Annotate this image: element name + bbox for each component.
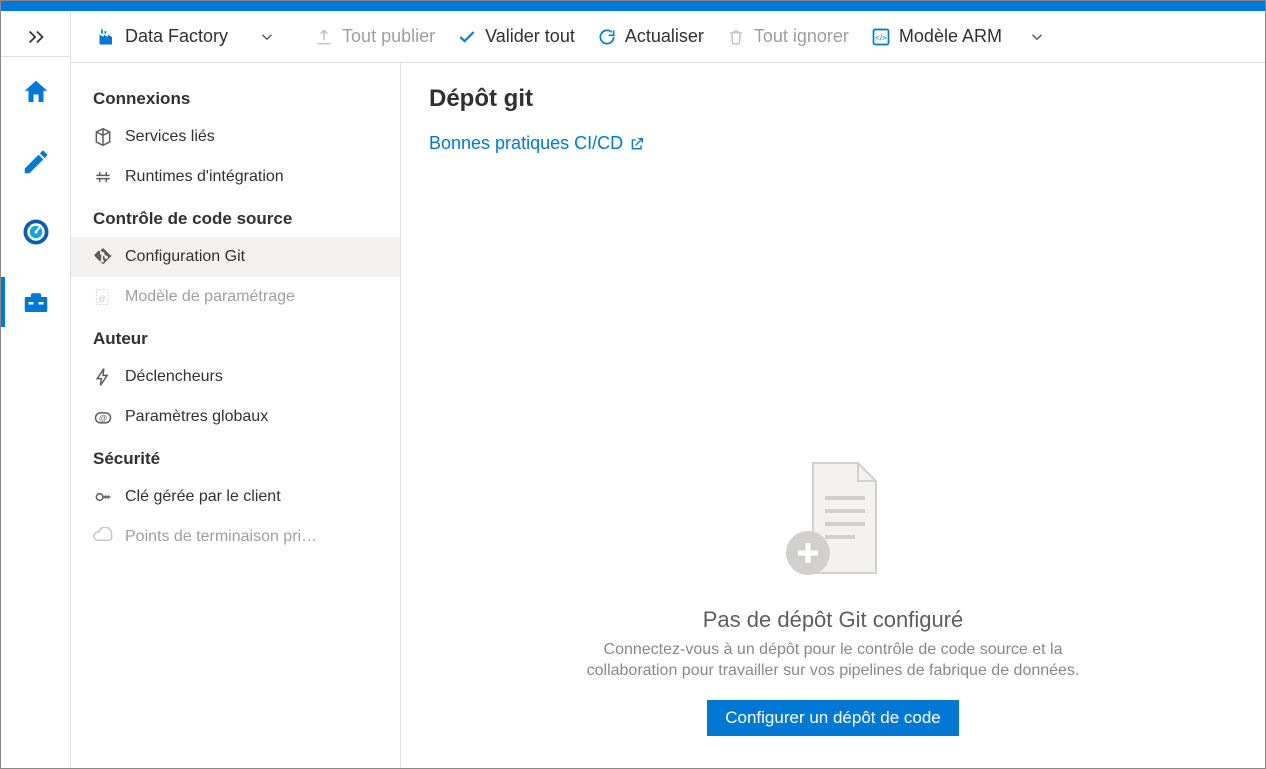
trash-icon xyxy=(726,27,746,47)
brand-dropdown[interactable]: Data Factory xyxy=(89,20,284,53)
manage-sidebar: Connexions Services liés Runtimes d'inté… xyxy=(71,63,401,768)
chevron-down-icon xyxy=(1028,28,1046,46)
refresh-button[interactable]: Actualiser xyxy=(589,20,712,53)
box-icon xyxy=(93,127,113,147)
configure-repo-button[interactable]: Configurer un dépôt de code xyxy=(707,700,959,736)
endpoint-icon xyxy=(93,527,113,547)
top-accent-bar xyxy=(1,1,1265,11)
discard-all-button[interactable]: Tout ignorer xyxy=(718,20,857,53)
link-label: Bonnes pratiques CI/CD xyxy=(429,133,623,154)
upload-icon xyxy=(314,27,334,47)
rail-expand-button[interactable] xyxy=(1,17,71,57)
integration-icon xyxy=(93,167,113,187)
globals-icon: @ xyxy=(93,407,113,427)
brand-label: Data Factory xyxy=(125,26,228,47)
rail-home[interactable] xyxy=(1,57,71,127)
empty-illustration xyxy=(773,453,893,593)
sidebar-section-author: Auteur xyxy=(71,317,400,357)
svg-text:</>: </> xyxy=(875,32,887,42)
check-icon xyxy=(457,27,477,47)
sidebar-item-label: Runtimes d'intégration xyxy=(125,168,284,186)
param-icon: @ xyxy=(93,287,113,307)
main-page: Dépôt git Bonnes pratiques CI/CD xyxy=(401,63,1265,768)
sidebar-item-label: Points de terminaison pri… xyxy=(125,528,317,546)
toolbar: Data Factory Tout publier Valider tout xyxy=(71,11,1265,63)
sidebar-item-label: Modèle de paramétrage xyxy=(125,288,295,306)
sidebar-item-label: Clé gérée par le client xyxy=(125,488,281,506)
sidebar-item-label: Configuration Git xyxy=(125,248,245,266)
key-icon xyxy=(93,487,113,507)
publish-label: Tout publier xyxy=(342,26,435,47)
validate-all-button[interactable]: Valider tout xyxy=(449,20,583,53)
cicd-best-practices-link[interactable]: Bonnes pratiques CI/CD xyxy=(429,133,1237,154)
empty-state: Pas de dépôt Git configuré Connectez-vou… xyxy=(429,154,1237,746)
sidebar-item-git-configuration[interactable]: Configuration Git xyxy=(71,237,400,277)
sidebar-section-security: Sécurité xyxy=(71,437,400,477)
sidebar-item-label: Services liés xyxy=(125,128,215,146)
sidebar-item-label: Déclencheurs xyxy=(125,368,223,386)
svg-text:@: @ xyxy=(99,413,107,423)
sidebar-section-source-control: Contrôle de code source xyxy=(71,197,400,237)
nav-rail xyxy=(1,11,71,768)
trigger-icon xyxy=(93,367,113,387)
refresh-label: Actualiser xyxy=(625,26,704,47)
sidebar-item-triggers[interactable]: Déclencheurs xyxy=(71,357,400,397)
git-icon xyxy=(93,247,113,267)
arm-label: Modèle ARM xyxy=(899,26,1002,47)
publish-all-button[interactable]: Tout publier xyxy=(306,20,443,53)
rail-manage[interactable] xyxy=(1,267,71,337)
sidebar-item-private-endpoints[interactable]: Points de terminaison pri… xyxy=(71,517,400,557)
svg-text:@: @ xyxy=(98,294,106,303)
rail-monitor[interactable] xyxy=(1,197,71,267)
page-title: Dépôt git xyxy=(429,85,1237,113)
empty-title: Pas de dépôt Git configuré xyxy=(703,607,964,633)
discard-label: Tout ignorer xyxy=(754,26,849,47)
external-link-icon xyxy=(629,136,645,152)
chevron-down-icon xyxy=(258,28,276,46)
sidebar-item-label: Paramètres globaux xyxy=(125,408,268,426)
sidebar-item-global-parameters[interactable]: @ Paramètres globaux xyxy=(71,397,400,437)
arm-template-dropdown[interactable]: </> Modèle ARM xyxy=(863,20,1054,53)
refresh-icon xyxy=(597,27,617,47)
rail-author[interactable] xyxy=(1,127,71,197)
sidebar-item-parameterization-template[interactable]: @ Modèle de paramétrage xyxy=(71,277,400,317)
validate-label: Valider tout xyxy=(485,26,575,47)
empty-description: Connectez-vous à un dépôt pour le contrô… xyxy=(573,639,1093,682)
sidebar-item-customer-managed-key[interactable]: Clé gérée par le client xyxy=(71,477,400,517)
sidebar-item-integration-runtimes[interactable]: Runtimes d'intégration xyxy=(71,157,400,197)
arm-icon: </> xyxy=(871,27,891,47)
sidebar-item-linked-services[interactable]: Services liés xyxy=(71,117,400,157)
factory-icon xyxy=(97,27,117,47)
sidebar-section-connexions: Connexions xyxy=(71,77,400,117)
